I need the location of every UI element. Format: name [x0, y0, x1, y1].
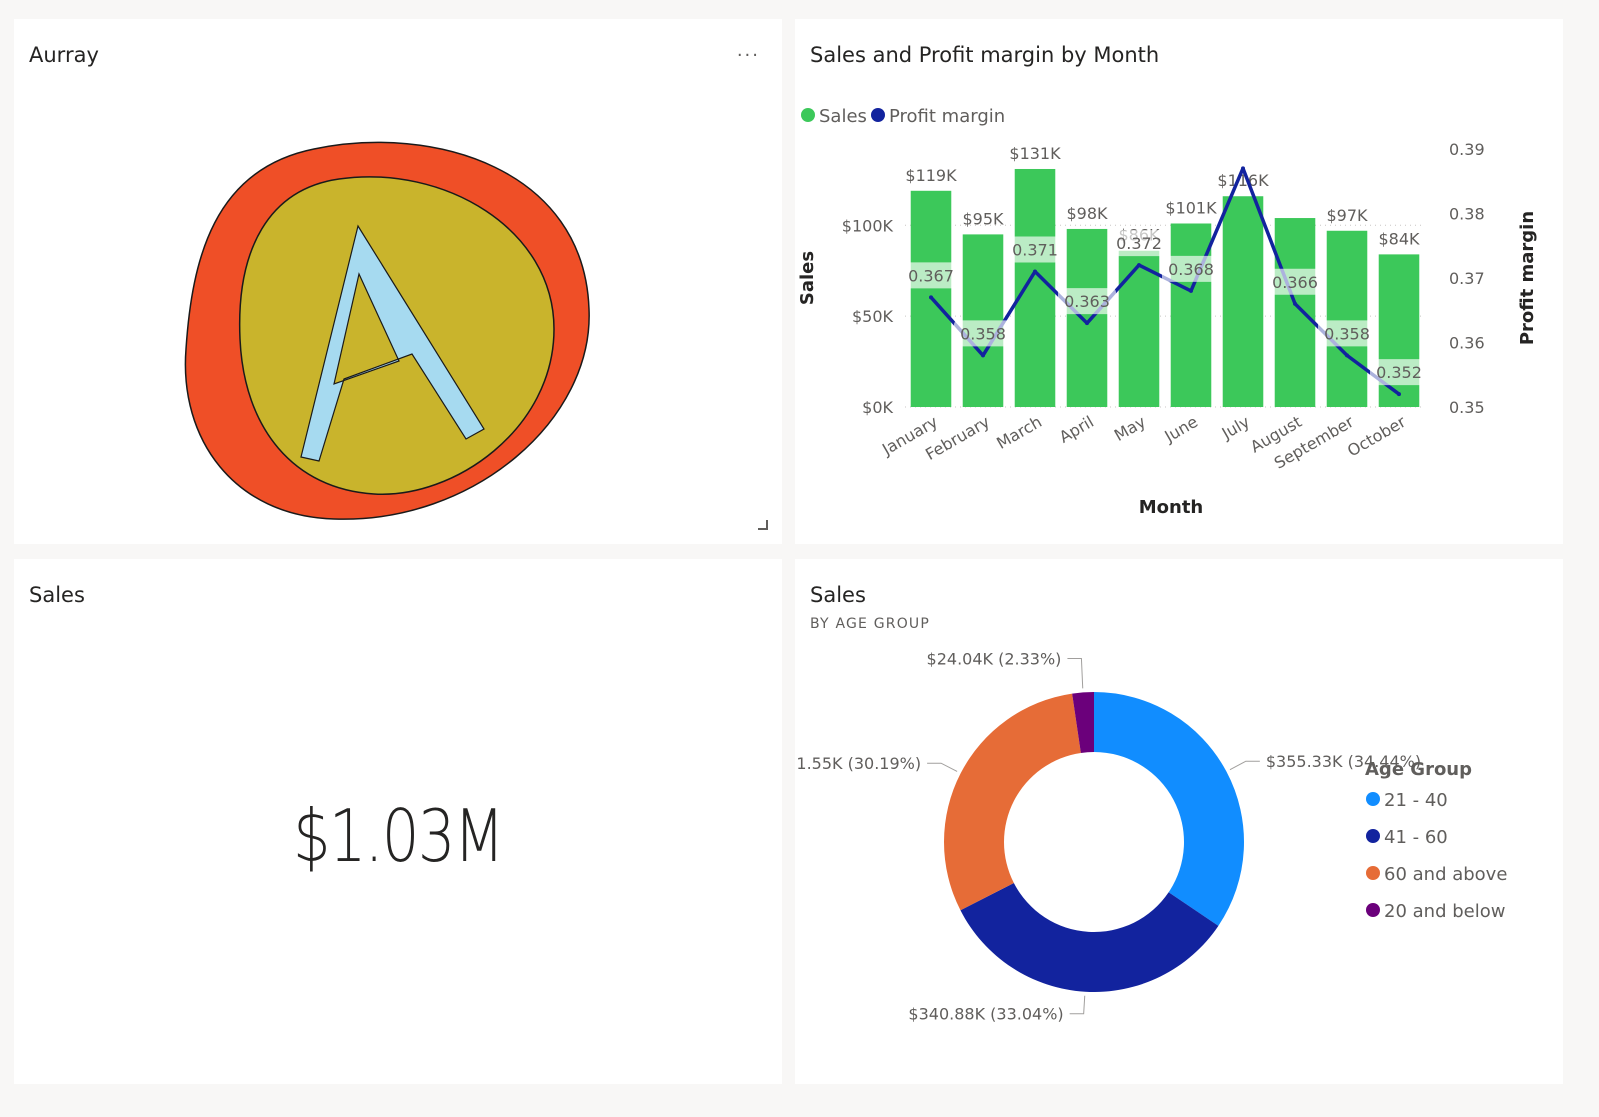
donut-slice-21-40[interactable]: [1094, 692, 1244, 926]
y2-tick-label: 0.36: [1449, 334, 1485, 353]
bar-data-label: $95K: [962, 209, 1004, 228]
legend-item-sales[interactable]: Sales: [801, 106, 867, 127]
legend-item-41-60[interactable]: 41 - 60: [1366, 827, 1448, 848]
y2-tick-label: 0.35: [1449, 398, 1485, 417]
profit-margin-point: [1085, 321, 1089, 326]
sales-card-tile[interactable]: Sales $1.03M: [14, 559, 782, 1084]
card-title: Sales: [29, 583, 85, 607]
line-data-label: 0.368: [1168, 260, 1214, 279]
legend-marker: [1366, 792, 1380, 806]
legend-item-60andabove[interactable]: 60 and above: [1366, 864, 1507, 885]
bar-data-label: $116K: [1217, 171, 1269, 190]
card-value: $1.03M: [292, 794, 505, 878]
line-data-label: 0.358: [960, 324, 1006, 343]
y2-tick-label: 0.39: [1449, 140, 1485, 159]
y-axis-title: Sales: [797, 251, 818, 305]
legend-label: Sales: [819, 106, 867, 127]
bar-may: [1118, 250, 1160, 407]
bar-data-label: $98K: [1066, 204, 1108, 223]
x-tick-label: June: [1160, 412, 1201, 446]
sales-profit-tile[interactable]: Sales and Profit margin by Month Sales Pr…: [795, 19, 1563, 544]
bar-data-label: $97K: [1326, 206, 1368, 225]
bar-september: [1326, 230, 1368, 407]
sales-by-age-tile[interactable]: Sales BY AGE GROUP $355.33K (34.44%) $340…: [795, 559, 1563, 1084]
profit-margin-point: [1241, 166, 1245, 171]
y2-tick-label: 0.37: [1449, 269, 1485, 288]
profit-margin-point: [1397, 392, 1401, 397]
line-data-label: 0.367: [908, 266, 954, 285]
legend-label: 41 - 60: [1384, 827, 1448, 848]
legend-item-profit-margin[interactable]: Profit margin: [871, 106, 1005, 127]
legend-marker: [871, 108, 885, 122]
leader-line: [927, 762, 958, 772]
line-data-label: 0.366: [1272, 273, 1318, 292]
profit-margin-point: [1293, 301, 1297, 306]
legend-item-20andbelow[interactable]: 20 and below: [1366, 901, 1505, 922]
slice-data-label: $340.88K (33.04%): [908, 1005, 1063, 1024]
legend-marker: [1366, 866, 1380, 880]
legend-marker: [1366, 829, 1380, 843]
legend-title: Age Group: [1365, 759, 1472, 780]
combo-chart: Sales Profit margin $0K $50K $100K 0.35 0.36 0.…: [797, 106, 1538, 518]
aurray-tile[interactable]: Aurray ···: [14, 19, 782, 544]
bar-july: [1222, 196, 1264, 407]
y-tick-label: $100K: [842, 216, 894, 235]
bar-data-label: $101K: [1165, 198, 1217, 217]
y-tick-label: $50K: [852, 307, 894, 326]
line-data-label: 0.371: [1012, 241, 1058, 260]
y2-axis-title: Profit margin: [1517, 211, 1538, 345]
legend-label: Profit margin: [889, 106, 1005, 127]
bar-data-label: $84K: [1378, 229, 1420, 248]
line-data-label: 0.363: [1064, 292, 1110, 311]
slice-data-label: $311.55K (30.19%): [795, 754, 921, 773]
donut-chart: $355.33K (34.44%)$340.88K (33.04%)$311.5…: [795, 649, 1507, 1024]
x-tick-label: April: [1056, 412, 1097, 447]
profit-margin-point: [1137, 263, 1141, 268]
resize-handle[interactable]: [758, 520, 768, 530]
profit-margin-point: [981, 353, 985, 358]
bar-april: [1066, 228, 1108, 407]
bar-august: [1274, 218, 1316, 407]
profit-margin-point: [1033, 269, 1037, 274]
legend-label: 21 - 40: [1384, 790, 1448, 811]
leader-line: [1229, 760, 1260, 771]
donut-slice-60andabove[interactable]: [944, 693, 1081, 911]
x-tick-label: March: [993, 412, 1045, 453]
legend-item-21-40[interactable]: 21 - 40: [1366, 790, 1448, 811]
line-data-label: 0.352: [1376, 363, 1422, 382]
line-data-label: 0.358: [1324, 324, 1370, 343]
y2-tick-label: 0.38: [1449, 205, 1485, 224]
legend-label: 60 and above: [1384, 864, 1507, 885]
bar-june: [1170, 223, 1212, 407]
x-tick-label: May: [1111, 412, 1149, 445]
bar-data-label: $131K: [1009, 144, 1061, 163]
slice-data-label: $24.04K (2.33%): [927, 649, 1062, 668]
legend-marker: [1366, 903, 1380, 917]
profit-margin-point: [1189, 288, 1193, 293]
x-tick-label: October: [1344, 412, 1409, 461]
leader-line: [1067, 657, 1084, 689]
legend-label: 20 and below: [1384, 901, 1505, 922]
line-data-label: 0.372: [1116, 234, 1162, 253]
aurray-logo: [184, 141, 590, 520]
y-tick-label: $0K: [862, 398, 893, 417]
bar-data-label: $119K: [905, 166, 957, 185]
x-axis-title: Month: [1139, 497, 1204, 518]
legend-marker: [801, 108, 815, 122]
leader-line: [1069, 995, 1086, 1015]
profit-margin-point: [1345, 353, 1349, 358]
profit-margin-point: [929, 295, 933, 300]
